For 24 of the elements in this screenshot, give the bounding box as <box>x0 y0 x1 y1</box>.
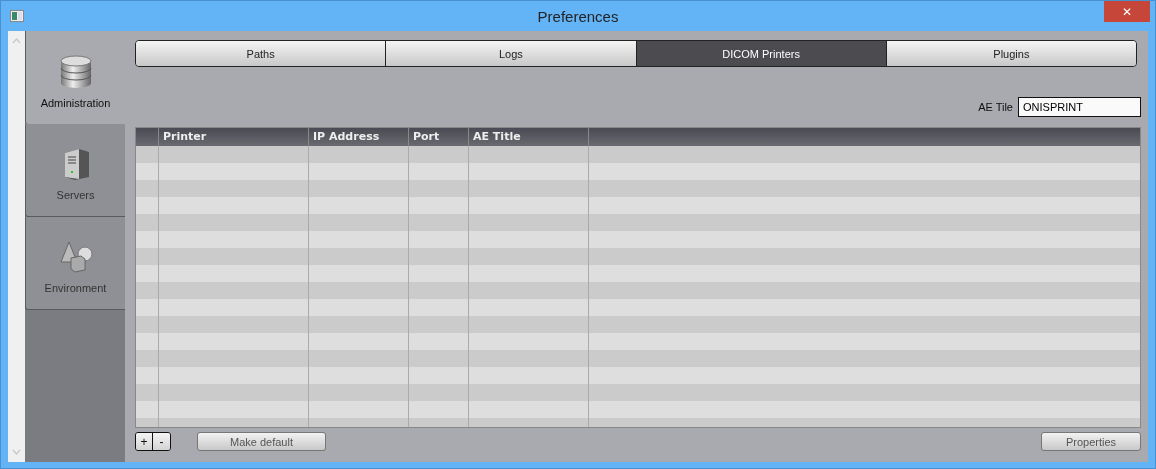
tab[interactable]: Plugins <box>886 41 1136 66</box>
column-header[interactable]: Printer <box>163 130 207 143</box>
sidebar-item[interactable]: Servers <box>25 124 125 217</box>
tab[interactable]: Logs <box>386 41 637 66</box>
tab[interactable]: DICOM Printers <box>636 41 887 66</box>
scroll-down-icon[interactable] <box>12 449 21 455</box>
column-header[interactable]: Port <box>413 130 440 143</box>
shapes-icon <box>58 240 93 274</box>
window-icon <box>10 10 24 22</box>
ae-title-field[interactable]: ONISPRINT <box>1018 97 1141 117</box>
sidebar-item[interactable]: Administration <box>25 31 125 124</box>
column-header[interactable]: AE Title <box>473 130 521 143</box>
properties-button[interactable]: Properties <box>1041 432 1141 451</box>
add-button[interactable]: + <box>136 433 153 450</box>
window-title: Preferences <box>537 7 619 25</box>
make-default-button[interactable]: Make default <box>197 432 326 451</box>
tab[interactable]: Paths <box>136 41 387 66</box>
remove-button[interactable]: - <box>153 433 170 450</box>
field-label: AE Tile <box>978 101 1013 113</box>
sidebar-item[interactable]: Environment <box>25 217 125 310</box>
column-header[interactable]: IP Address <box>313 130 380 143</box>
close-button[interactable]: ✕ <box>1104 1 1150 22</box>
database-icon <box>58 54 93 89</box>
scroll-up-icon[interactable] <box>12 38 21 44</box>
